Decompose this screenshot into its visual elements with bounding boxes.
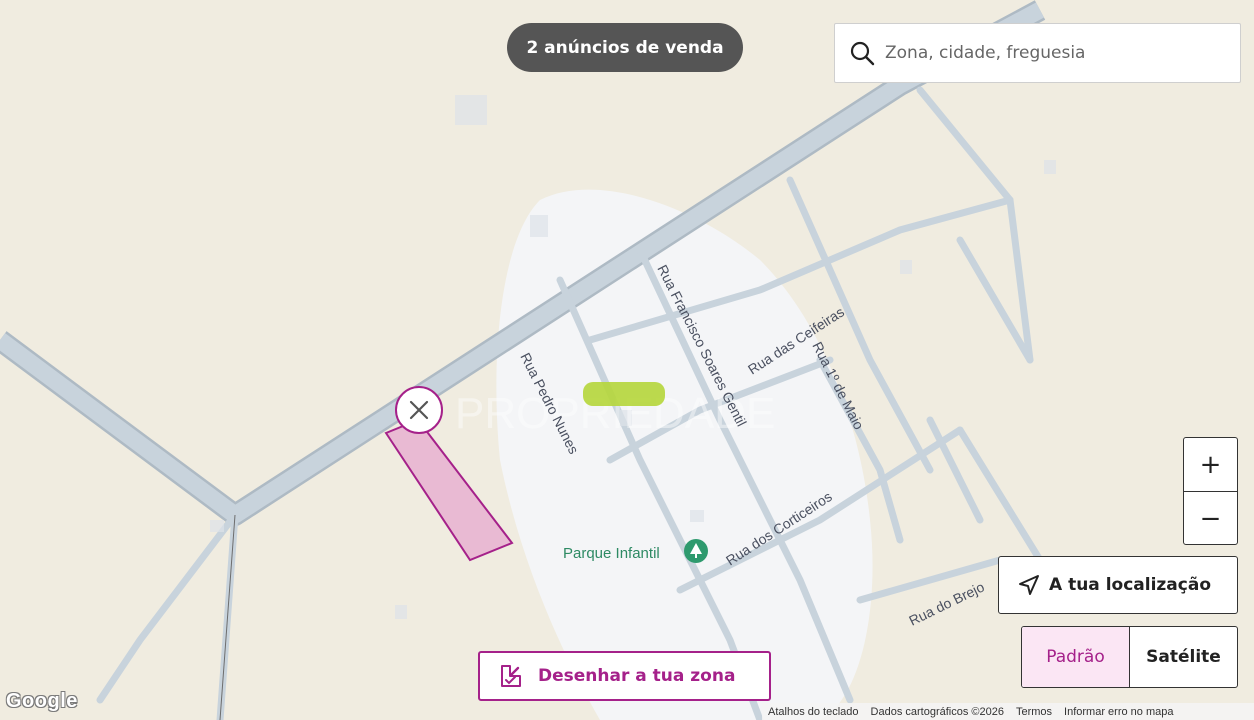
search-input[interactable] <box>885 43 1215 63</box>
keyboard-shortcuts-link[interactable]: Atalhos do teclado <box>768 706 859 718</box>
terms-link[interactable]: Termos <box>1016 706 1052 718</box>
close-parcel-icon[interactable] <box>395 386 443 434</box>
poi-label: Parque Infantil <box>563 545 660 562</box>
map-attribution: Atalhos do teclado Dados cartográficos ©… <box>762 703 1254 720</box>
map-type-standard[interactable]: Padrão <box>1022 627 1130 687</box>
report-error-link[interactable]: Informar erro no mapa <box>1064 706 1173 718</box>
search-box[interactable] <box>834 23 1241 83</box>
google-logo: Google <box>6 690 78 712</box>
zoom-control: + − <box>1183 437 1238 545</box>
blurred-listing-highlight <box>583 382 665 406</box>
zoom-out-button[interactable]: − <box>1184 492 1237 545</box>
zoom-in-button[interactable]: + <box>1184 438 1237 491</box>
my-location-button[interactable]: A tua localização <box>998 556 1238 614</box>
tree-pin-icon[interactable] <box>684 539 708 563</box>
listing-count-pill: 2 anúncios de venda <box>507 23 743 72</box>
draw-zone-label: Desenhar a tua zona <box>538 666 736 686</box>
map-type-satellite[interactable]: Satélite <box>1130 627 1237 687</box>
draw-zone-button[interactable]: Desenhar a tua zona <box>478 651 771 701</box>
map-type-toggle: Padrão Satélite <box>1021 626 1238 688</box>
map-data-credit: Dados cartográficos ©2026 <box>870 705 1004 718</box>
draw-area-icon <box>501 665 521 687</box>
listing-count-label: 2 anúncios de venda <box>526 37 724 58</box>
search-icon <box>850 41 875 66</box>
my-location-label: A tua localização <box>1049 575 1211 595</box>
navigation-arrow-icon <box>1019 575 1039 595</box>
